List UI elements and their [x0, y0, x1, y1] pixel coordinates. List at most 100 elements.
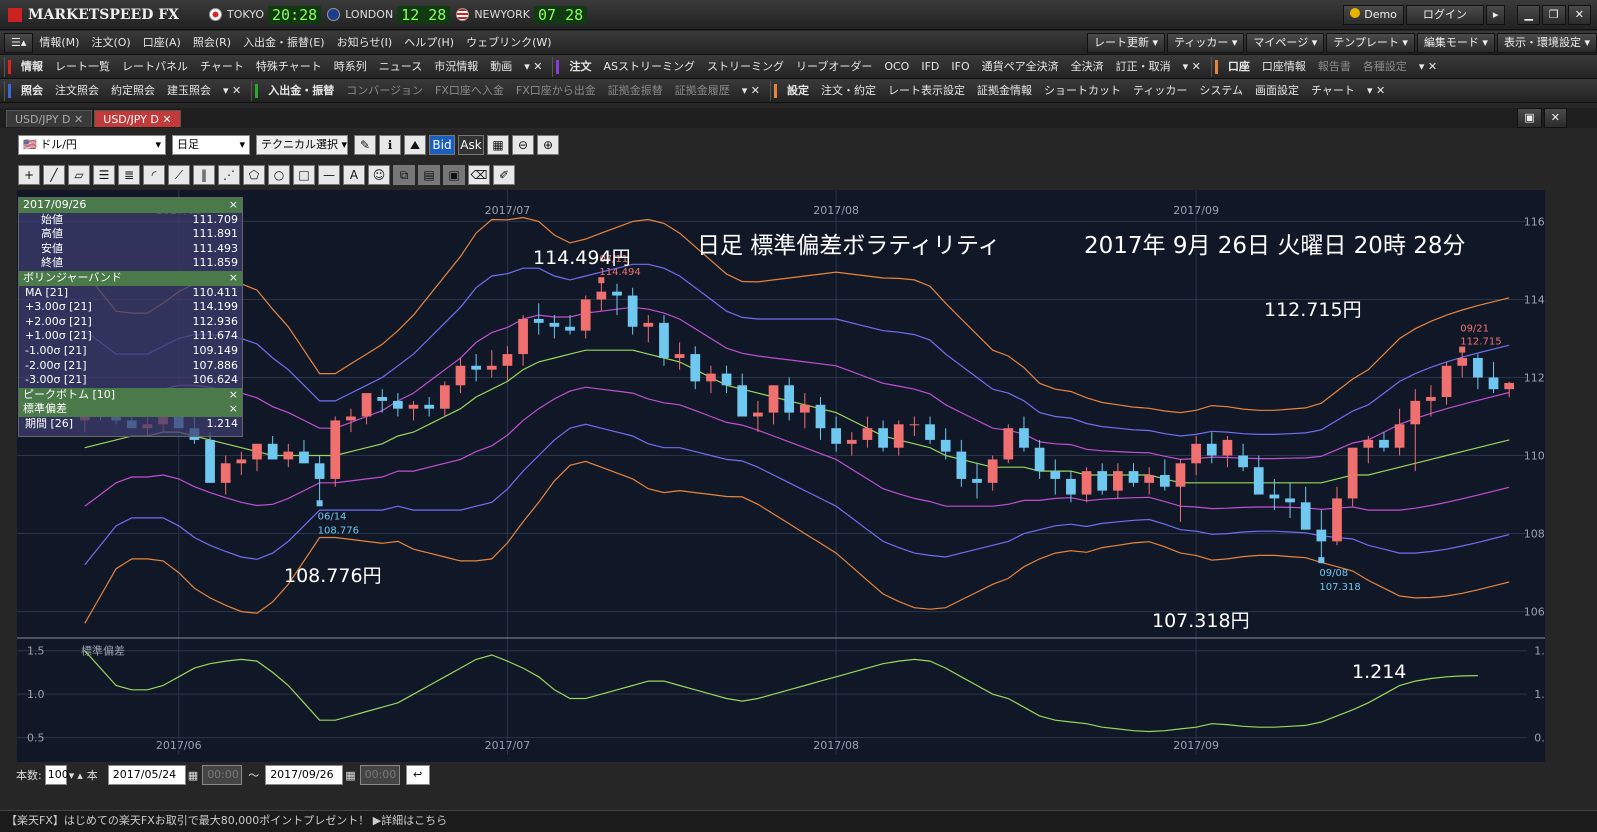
menu-toggle-icon[interactable]: ☰▴ [4, 32, 34, 53]
toolbar-item[interactable]: OCO [878, 57, 915, 77]
toolbar-item[interactable]: コンバージョン [340, 81, 429, 101]
hline-icon[interactable]: ☰ [93, 165, 115, 185]
menu-right-button[interactable]: ティッカー ▾ [1167, 32, 1245, 53]
layer-icon[interactable]: ▣ [443, 165, 465, 185]
pitchfork-icon[interactable]: ⋰ [218, 165, 240, 185]
toolbar-item[interactable]: ストリーミング [701, 57, 790, 77]
toolbar-item[interactable]: 時系列 [328, 57, 373, 77]
peak-close-icon[interactable]: × [229, 388, 238, 403]
toolbar-item[interactable]: 動画 [484, 57, 518, 77]
period-select[interactable]: 日足 ▾ [172, 135, 250, 155]
chart-area[interactable]: 2017/062017/062017/072017/072017/082017/… [17, 190, 1562, 762]
menu-item[interactable]: ウェブリンク(W) [460, 33, 557, 53]
pentagon-icon[interactable]: ⬠ [243, 165, 265, 185]
toolbar-group-label[interactable]: 入出金・振替 [262, 81, 340, 101]
trendline-icon[interactable]: ╱ [43, 165, 65, 185]
toolbar-more-icon[interactable]: ▾ ✕ [217, 81, 247, 101]
ruler-icon[interactable]: ▱ [68, 165, 90, 185]
bid-button[interactable]: Bid [429, 135, 455, 155]
menu-right-button[interactable]: マイページ ▾ [1246, 32, 1325, 53]
tab-usdjpy-1[interactable]: USD/JPY D ✕ [6, 109, 93, 127]
toolbar-item[interactable]: 注文・約定 [815, 81, 882, 101]
toolbar-more-icon[interactable]: ▾ ✕ [518, 57, 548, 77]
to-date-input[interactable]: 2017/09/26 [265, 765, 344, 785]
toolbar-item[interactable]: チャート [194, 57, 250, 77]
from-date-input[interactable]: 2017/05/24 [107, 765, 186, 785]
line-icon[interactable]: — [318, 165, 340, 185]
count-down-icon[interactable]: ▾ [69, 769, 75, 782]
zoom-out-icon[interactable]: ⊖ [512, 135, 534, 155]
minimize-button[interactable]: ▁ [1517, 4, 1540, 25]
tab-close-button[interactable]: ✕ [1543, 108, 1567, 128]
toolbar-group-label[interactable]: 情報 [15, 57, 49, 77]
price-chart[interactable]: 2017/062017/062017/072017/072017/082017/… [17, 190, 1562, 762]
toolbar-item[interactable]: 報告書 [1312, 57, 1357, 77]
icon-stamp-icon[interactable]: ☺ [368, 165, 390, 185]
toolbar-group-label[interactable]: 照会 [15, 81, 49, 101]
text-icon[interactable]: A [343, 165, 365, 185]
toolbar-item[interactable]: チャート [1305, 81, 1361, 101]
toolbar-item[interactable]: 約定照会 [105, 81, 161, 101]
toolbar-item[interactable]: ショートカット [1038, 81, 1127, 101]
toolbar-item[interactable]: 証拠金情報 [971, 81, 1038, 101]
toolbar-item[interactable]: FX口座へ入金 [429, 81, 510, 101]
toolbar-item[interactable]: レート表示設定 [882, 81, 971, 101]
gann-icon[interactable]: ⟋ [168, 165, 190, 185]
rectangle-icon[interactable]: □ [293, 165, 315, 185]
zoom-in-icon[interactable]: ⊕ [537, 135, 559, 155]
menu-item[interactable]: お知らせ(I) [331, 33, 399, 53]
toolbar-item[interactable]: レートパネル [116, 57, 194, 77]
chart-settings-icon[interactable]: ▦ [487, 135, 509, 155]
return-icon[interactable]: ↩ [405, 765, 430, 785]
toolbar-item[interactable]: レート一覧 [49, 57, 116, 77]
toolbar-item[interactable]: FX口座から出金 [510, 81, 602, 101]
toolbar-item[interactable]: システム [1193, 81, 1249, 101]
tab-maximize-button[interactable]: ▣ [1517, 108, 1542, 128]
bb-close-icon[interactable]: × [229, 271, 238, 286]
channel-icon[interactable]: ≣ [118, 165, 140, 185]
menu-item[interactable]: 口座(A) [137, 33, 187, 53]
info-icon[interactable]: ℹ [379, 135, 401, 155]
toolbar-group-label[interactable]: 設定 [781, 81, 815, 101]
toolbar-item[interactable]: IFO [945, 57, 975, 77]
status-ticker[interactable]: 【楽天FX】はじめての楽天FXお取引で最大80,000ポイントプレゼント！ ▶詳… [0, 810, 1597, 832]
copy-icon[interactable]: ⧉ [393, 165, 415, 185]
demo-button[interactable]: Demo [1343, 4, 1404, 25]
toolbar-more-icon[interactable]: ▾ ✕ [1413, 57, 1443, 77]
sd-close-icon[interactable]: × [229, 402, 238, 417]
toolbar-item[interactable]: IFD [915, 57, 945, 77]
menu-item[interactable]: 情報(M) [33, 33, 85, 53]
toolbar-item[interactable]: 注文照会 [49, 81, 105, 101]
menu-right-button[interactable]: 編集モード ▾ [1416, 32, 1495, 53]
login-arrow-icon[interactable]: ▸ [1485, 4, 1506, 25]
menu-item[interactable]: 照会(R) [187, 33, 237, 53]
toolbar-item[interactable]: リーブオーダー [790, 57, 878, 77]
menu-item[interactable]: 入出金・振替(E) [237, 33, 331, 53]
toolbar-item[interactable]: 証拠金振替 [602, 81, 669, 101]
toolbar-group-label[interactable]: 口座 [1222, 57, 1256, 77]
calendar-icon[interactable]: ▦ [188, 769, 198, 782]
tab-close-icon[interactable]: ✕ [162, 113, 171, 126]
pair-select[interactable]: 🇺🇸 ドル/円 ▾ [18, 135, 166, 155]
close-window-button[interactable]: ✕ [1567, 4, 1591, 25]
from-time-input[interactable]: 00:00 [202, 765, 243, 785]
toolbar-item[interactable]: 口座情報 [1256, 57, 1312, 77]
toolbar-more-icon[interactable]: ▾ ✕ [1361, 81, 1391, 101]
calendar-icon[interactable]: ▦ [345, 769, 355, 782]
login-button[interactable]: ログイン [1405, 4, 1484, 25]
vlines-icon[interactable]: ‖ [193, 165, 215, 185]
toolbar-more-icon[interactable]: ▾ ✕ [736, 81, 766, 101]
menu-item[interactable]: 注文(O) [85, 33, 136, 53]
toolbar-item[interactable]: ティッカー [1127, 81, 1193, 101]
toolbar-item[interactable]: 証拠金履歴 [669, 81, 736, 101]
pen-icon[interactable]: ✎ [354, 135, 376, 155]
toolbar-item[interactable]: 市況情報 [428, 57, 484, 77]
toolbar-item[interactable]: ASストリーミング [597, 57, 701, 77]
menu-right-button[interactable]: テンプレート ▾ [1326, 32, 1415, 53]
tab-close-icon[interactable]: ✕ [74, 113, 83, 126]
toolbar-item[interactable]: 画面設定 [1249, 81, 1305, 101]
menu-right-button[interactable]: レート更新 ▾ [1087, 32, 1166, 53]
to-time-input[interactable]: 00:00 [359, 765, 400, 785]
fibo-fan-icon[interactable]: ◜ [143, 165, 165, 185]
maximize-button[interactable]: ❐ [1541, 4, 1566, 25]
